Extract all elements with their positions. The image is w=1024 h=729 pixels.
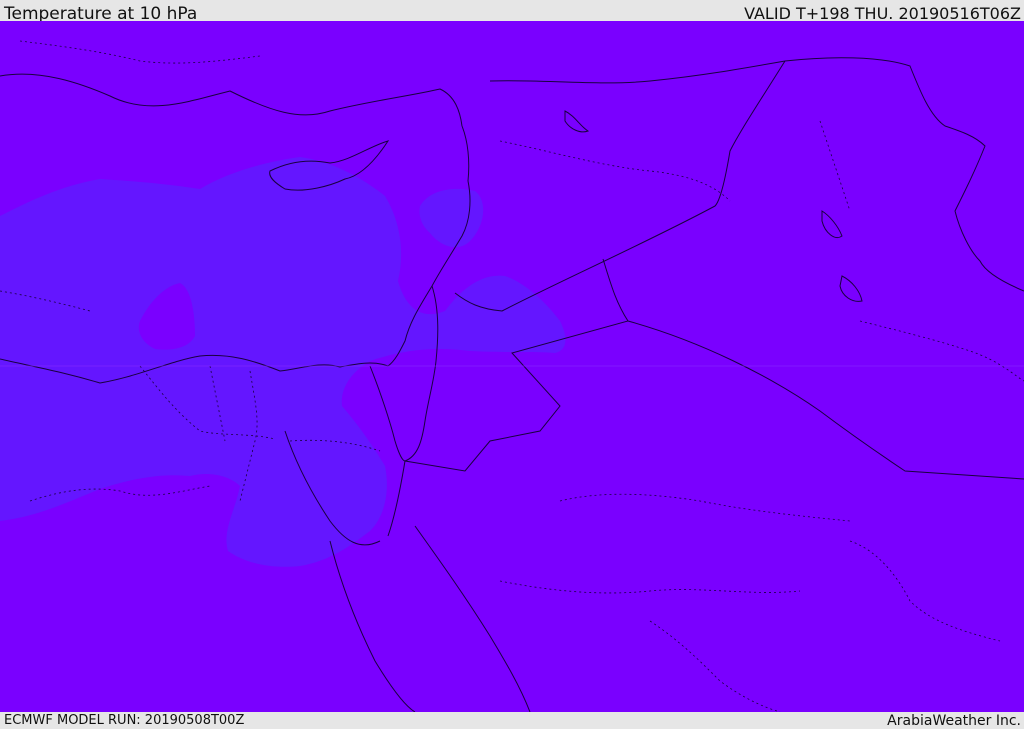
credit: ArabiaWeather Inc. <box>887 713 1021 729</box>
footer-bar: ECMWF MODEL RUN: 20190508T00Z ArabiaWeat… <box>0 712 1024 729</box>
header-bar: Temperature at 10 hPa VALID T+198 THU. 2… <box>0 0 1024 24</box>
weather-map[interactable] <box>0 21 1024 712</box>
model-run: ECMWF MODEL RUN: 20190508T00Z <box>4 713 245 728</box>
